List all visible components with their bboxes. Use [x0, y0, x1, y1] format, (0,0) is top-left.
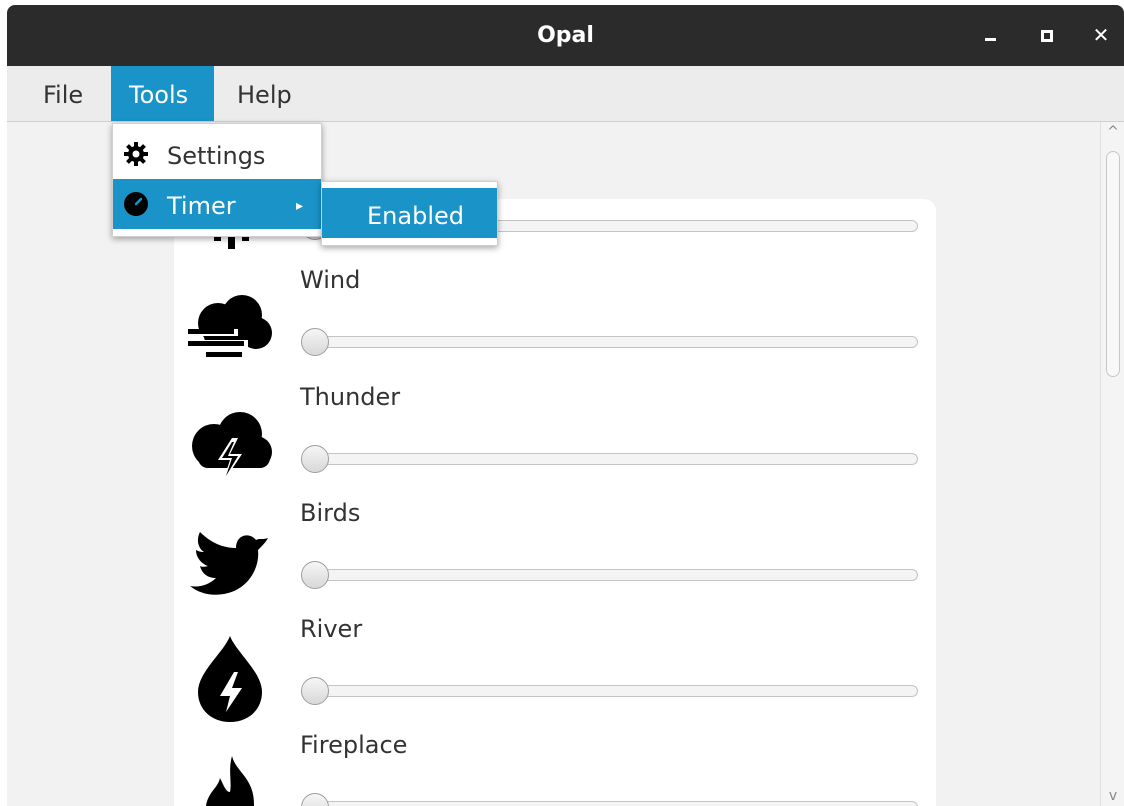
- window-titlebar: Opal ✕: [7, 5, 1124, 66]
- clock-icon: [124, 192, 148, 216]
- menu-item-settings[interactable]: Settings: [113, 129, 321, 179]
- menu-item-enabled[interactable]: Enabled: [322, 188, 497, 238]
- window-title: Opal: [537, 23, 594, 48]
- submenu-arrow-icon: ▸: [296, 198, 304, 214]
- volume-slider-thumb[interactable]: [301, 793, 329, 806]
- maximize-button[interactable]: [1028, 5, 1068, 66]
- menu-tools[interactable]: Tools: [111, 66, 214, 121]
- sound-row-fireplace: Fireplace: [174, 730, 936, 806]
- scroll-down-arrow-icon[interactable]: v: [1105, 789, 1121, 806]
- menu-item-label: Settings: [167, 142, 266, 170]
- vertical-scrollbar[interactable]: ^ v: [1100, 122, 1124, 806]
- volume-slider-track[interactable]: [302, 453, 918, 465]
- close-button[interactable]: ✕: [1081, 5, 1121, 66]
- volume-slider-thumb[interactable]: [301, 328, 329, 356]
- sound-label: River: [300, 615, 363, 643]
- water-drop-bolt-icon: [198, 636, 262, 722]
- volume-slider-thumb[interactable]: [301, 677, 329, 705]
- volume-slider-thumb[interactable]: [301, 561, 329, 589]
- menu-file[interactable]: File: [27, 66, 111, 121]
- sound-label: Thunder: [300, 383, 401, 411]
- menu-help[interactable]: Help: [221, 66, 311, 121]
- menu-bar: File Tools Help: [7, 66, 1124, 122]
- volume-slider-track[interactable]: [302, 685, 918, 697]
- wind-cloud-icon: [188, 295, 272, 358]
- thunder-cloud-icon: [192, 412, 272, 484]
- menu-item-label: Timer: [167, 192, 236, 220]
- menu-item-timer[interactable]: Timer ▸: [113, 179, 321, 229]
- minimize-button[interactable]: [971, 5, 1011, 66]
- bird-icon: [190, 532, 268, 595]
- gear-icon: [124, 142, 148, 166]
- volume-slider-thumb[interactable]: [301, 445, 329, 473]
- scroll-up-arrow-icon[interactable]: ^: [1105, 122, 1121, 140]
- volume-slider-track[interactable]: [302, 569, 918, 581]
- sound-row-thunder: Thunder: [174, 382, 936, 498]
- scrollbar-thumb[interactable]: [1106, 151, 1120, 377]
- volume-slider-track[interactable]: [302, 801, 918, 806]
- sound-label: Wind: [300, 266, 361, 294]
- sound-label: Fireplace: [300, 731, 408, 759]
- tools-dropdown-menu: Settings Timer ▸: [112, 123, 322, 237]
- sound-row-wind: Wind: [174, 265, 936, 381]
- sound-row-river: River: [174, 614, 936, 730]
- timer-submenu: Enabled: [321, 181, 498, 246]
- sound-label: Birds: [300, 499, 361, 527]
- sound-row-birds: Birds: [174, 498, 936, 614]
- volume-slider-track[interactable]: [302, 336, 918, 348]
- fire-icon: [206, 756, 254, 806]
- sounds-card: Wind Thunder Birds River Fireplace: [174, 181, 936, 806]
- close-icon: ✕: [1092, 23, 1110, 47]
